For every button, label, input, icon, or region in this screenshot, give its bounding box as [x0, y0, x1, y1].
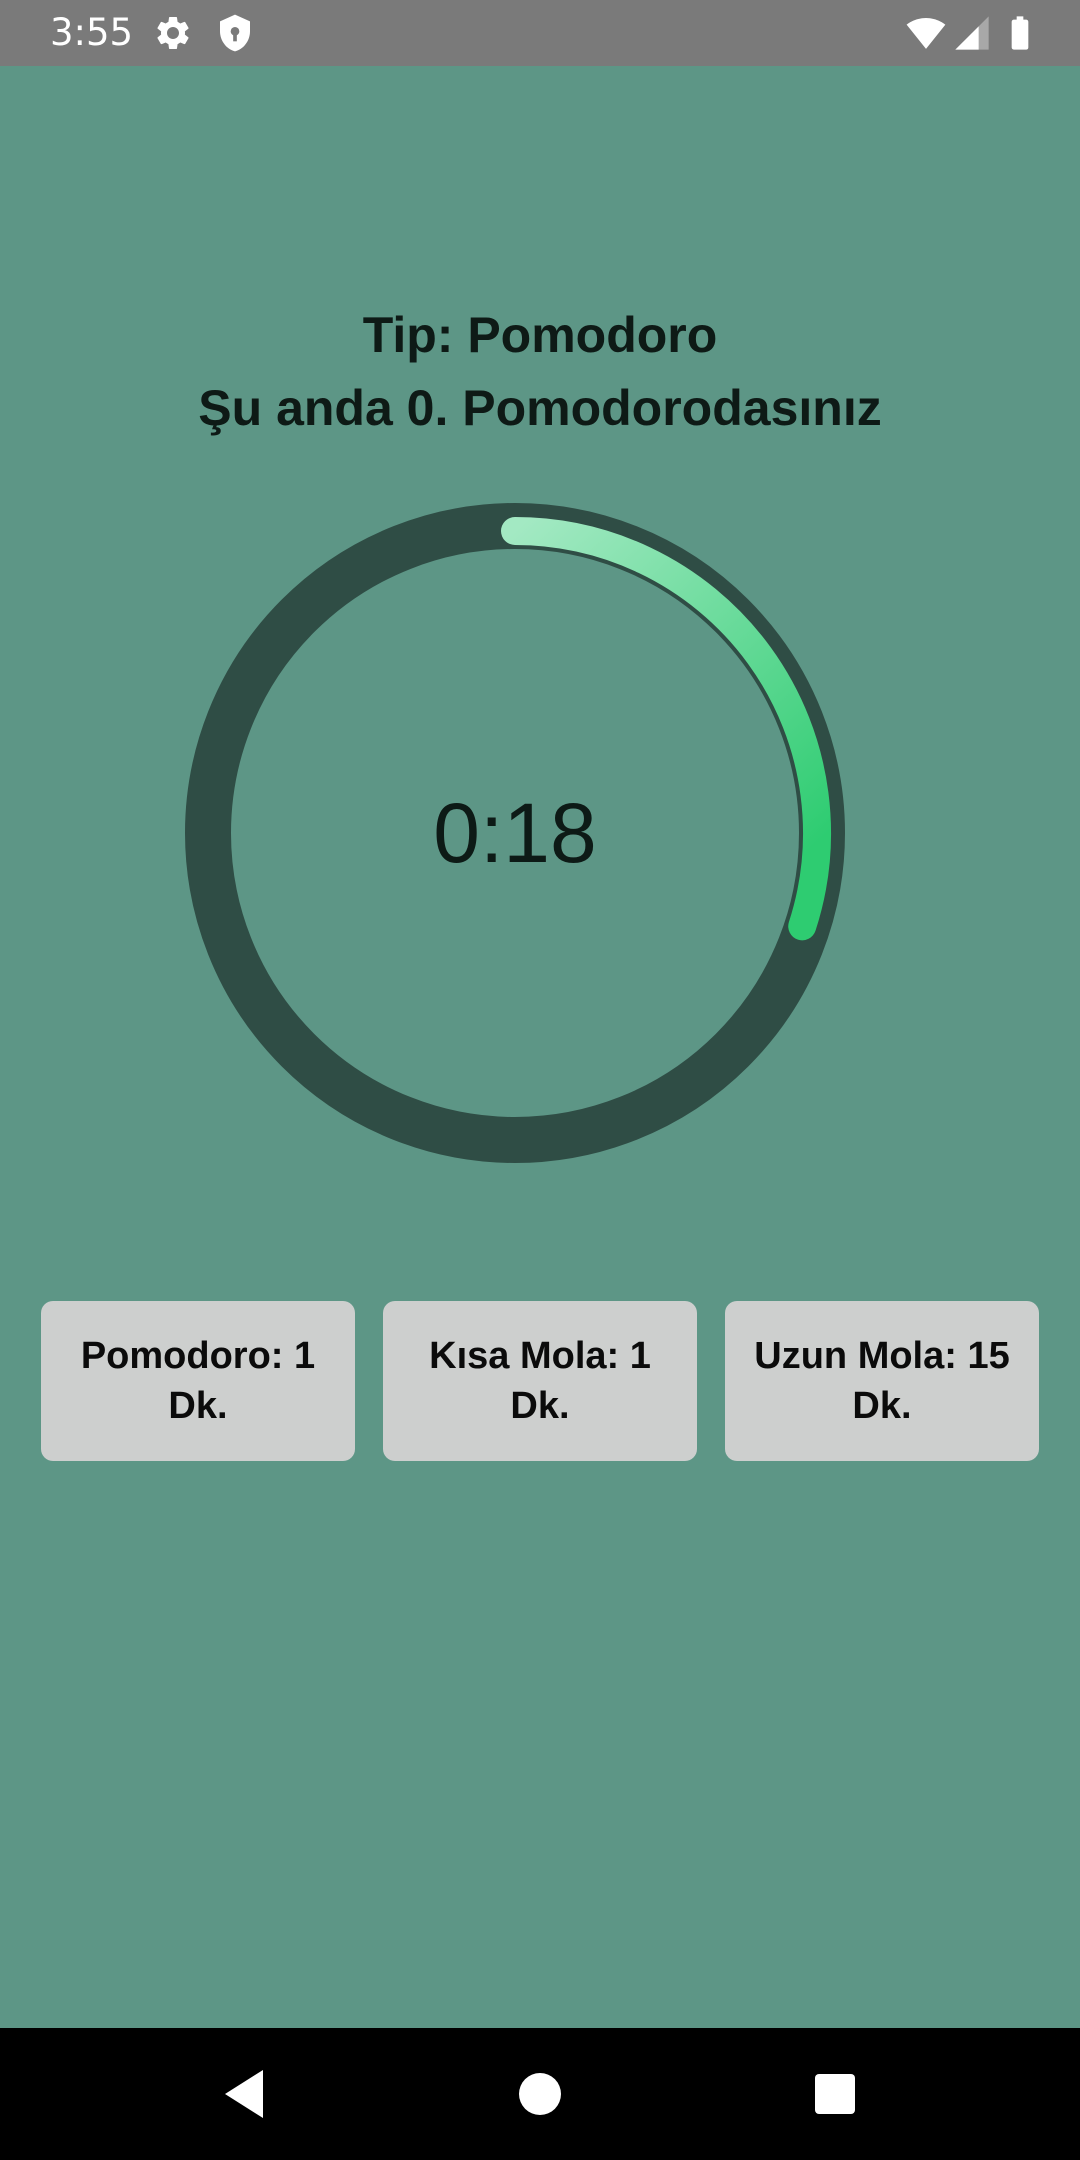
time-remaining: 0:18: [433, 786, 597, 880]
home-icon[interactable]: [510, 2064, 570, 2124]
countdown-timer: 0:18: [185, 503, 845, 1163]
status-bar: 3:55: [0, 0, 1080, 66]
gear-icon: [153, 13, 193, 53]
navigation-bar: [0, 2028, 1080, 2160]
long-break-mode-button[interactable]: Uzun Mola: 15 Dk.: [725, 1301, 1039, 1461]
wifi-icon: [906, 13, 946, 53]
pomodoro-mode-button[interactable]: Pomodoro: 1 Dk.: [41, 1301, 355, 1461]
mode-button-row: Pomodoro: 1 Dk. Kısa Mola: 1 Dk. Uzun Mo…: [41, 1301, 1039, 1461]
main-content: Tip: Pomodoro Şu anda 0. Pomodorodasınız…: [0, 66, 1080, 2028]
session-count-label: Şu anda 0. Pomodorodasınız: [198, 380, 882, 436]
back-icon[interactable]: [215, 2064, 275, 2124]
status-time: 3:55: [50, 11, 134, 54]
battery-icon: [1000, 13, 1040, 53]
signal-icon: [952, 13, 992, 53]
recents-icon[interactable]: [805, 2064, 865, 2124]
shield-icon: [215, 13, 255, 53]
short-break-mode-button[interactable]: Kısa Mola: 1 Dk.: [383, 1301, 697, 1461]
session-type-label: Tip: Pomodoro: [362, 307, 718, 363]
